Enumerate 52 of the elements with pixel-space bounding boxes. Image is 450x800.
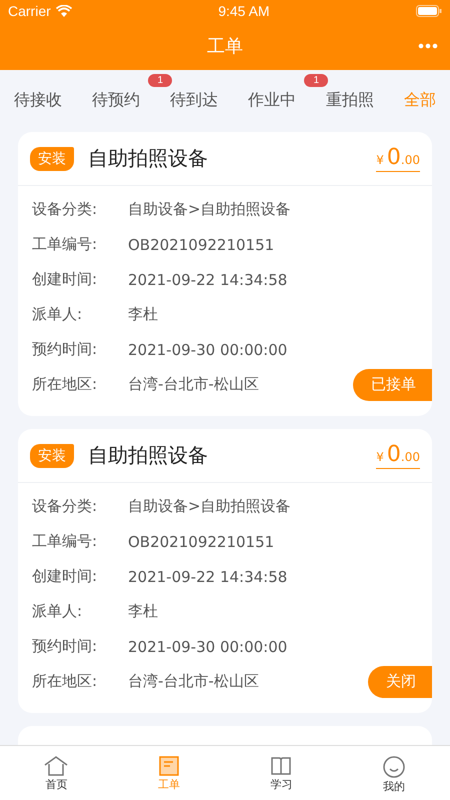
order-title: 自助拍照设备 (88, 442, 209, 469)
more-icon[interactable] (418, 43, 438, 49)
field-value: 2021-09-30 00:00:00 (128, 340, 288, 358)
field-label: 创建时间: (32, 270, 98, 289)
field-label: 所在地区: (32, 672, 98, 691)
currency-symbol: ¥ (376, 153, 384, 167)
wifi-icon (56, 5, 72, 17)
field-value: 李杜 (128, 305, 159, 324)
book-icon (271, 756, 292, 776)
smiley-icon (382, 756, 405, 778)
type-tag: 安装 (30, 444, 74, 468)
price-decimal: .00 (400, 450, 420, 464)
tab-bar-item[interactable]: 首页 (26, 756, 86, 800)
time-label: 9:45 AM (218, 3, 270, 19)
field-label: 设备分类: (32, 497, 98, 516)
field-label: 预约时间: (32, 340, 98, 359)
tab-bar-item[interactable]: 学习 (251, 756, 312, 800)
field-value: 自助设备>自助拍照设备 (128, 200, 292, 219)
field-label: 设备分类: (32, 200, 98, 219)
field-label: 工单编号: (32, 235, 98, 254)
field-value: 台湾-台北市-松山区 (128, 375, 260, 394)
filter-tab[interactable]: 重拍照 (324, 90, 376, 110)
page-title: 工单 (207, 35, 243, 58)
field-label: 派单人: (32, 602, 84, 621)
field-value: 2021-09-30 00:00:00 (128, 638, 288, 656)
field-value: 2021-09-22 14:34:58 (128, 270, 288, 288)
field-value: OB2021092210151 (128, 236, 276, 254)
price-integer: 0 (386, 442, 401, 467)
currency-symbol: ¥ (376, 450, 384, 464)
tab-bar-item[interactable]: 我的 (364, 756, 424, 800)
field-label: 派单人: (32, 305, 84, 324)
price-decimal: .00 (400, 153, 420, 167)
field-value: OB2021092210151 (128, 532, 276, 550)
field-label: 创建时间: (32, 567, 98, 586)
filter-tab[interactable]: 待到达 (168, 90, 220, 110)
filter-tab[interactable]: 待接收 (12, 90, 64, 110)
document-icon (158, 756, 179, 776)
count-badge: 1 (148, 74, 172, 86)
field-value: 2021-09-22 14:34:58 (128, 568, 288, 586)
field-value: 自助设备>自助拍照设备 (128, 497, 292, 516)
field-label: 工单编号: (32, 532, 98, 551)
field-label: 预约时间: (32, 637, 98, 656)
type-tag: 安装 (30, 146, 74, 170)
home-icon (44, 756, 68, 776)
price-integer: 0 (386, 145, 401, 170)
field-label: 所在地区: (32, 375, 98, 394)
field-value: 李杜 (128, 602, 159, 621)
field-value: 台湾-台北市-松山区 (128, 672, 260, 691)
carrier-label: Carrier (8, 3, 51, 19)
count-badge: 1 (304, 74, 328, 86)
battery-icon (416, 5, 442, 17)
order-title: 自助拍照设备 (88, 145, 209, 172)
